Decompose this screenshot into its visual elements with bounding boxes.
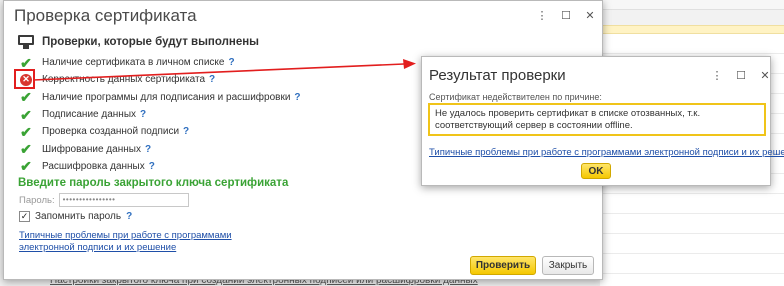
help-icon[interactable]: ? (228, 57, 234, 68)
checks-list: ✔ Наличие сертификата в личном списке ? … (14, 54, 301, 175)
result-window-controls: ⋮ ☐ ✕ (711, 69, 771, 82)
check-item: ✔ Расшифровка данных ? (19, 158, 301, 175)
result-dialog-title: Результат проверки (429, 67, 566, 84)
background-highlight-row (600, 25, 784, 34)
check-item: ✔ Наличие сертификата в личном списке ? (19, 54, 301, 71)
password-label: Пароль: (19, 194, 55, 206)
help-icon[interactable]: ? (183, 126, 189, 137)
password-row: Пароль: •••••••••••••••• (19, 193, 189, 207)
dialog-title: Проверка сертификата (14, 6, 197, 25)
reason-label: Сертификат недействителен по причине: (429, 92, 602, 102)
check-item: ✔ Проверка созданной подписи ? (19, 123, 301, 140)
checks-section-header: Проверки, которые будут выполнены (18, 35, 259, 49)
check-label: Корректность данных сертификата (42, 74, 206, 86)
check-label: Наличие сертификата в личном списке (42, 57, 225, 69)
help-icon[interactable]: ? (209, 74, 215, 85)
checkmark-icon: ✔ (20, 123, 32, 140)
check-label: Шифрование данных (42, 143, 141, 155)
checkmark-icon: ✔ (20, 141, 32, 158)
window-controls: ⋮ ☐ ✕ (536, 9, 596, 22)
remember-password-checkbox[interactable]: ✓ (19, 211, 30, 222)
ok-button[interactable]: OK (581, 163, 611, 179)
typical-problems-link[interactable]: Типичные проблемы при работе с программа… (19, 230, 289, 254)
checkmark-icon: ✔ (20, 89, 32, 106)
more-menu-icon[interactable]: ⋮ (536, 9, 548, 22)
help-icon[interactable]: ? (294, 92, 300, 103)
typical-problems-link[interactable]: Типичные проблемы при работе с программа… (429, 147, 784, 158)
help-icon[interactable]: ? (145, 144, 151, 155)
check-item: ✔ Шифрование данных ? (19, 140, 301, 157)
section-title: Проверки, которые будут выполнены (42, 36, 260, 48)
help-icon[interactable]: ? (140, 109, 146, 120)
check-result-dialog: Результат проверки ⋮ ☐ ✕ Сертификат неде… (421, 56, 784, 186)
check-item: ✔ Наличие программы для подписания и рас… (19, 89, 300, 106)
remember-password-row: ✓ Запомнить пароль ? (19, 211, 132, 222)
reason-text-box[interactable]: Не удалось проверить сертификат в списке… (428, 103, 766, 136)
checkmark-icon: ✔ (20, 158, 32, 175)
password-input[interactable]: •••••••••••••••• (58, 193, 189, 207)
close-icon[interactable]: ✕ (584, 9, 596, 22)
check-item: ✔ Подписание данных ? (19, 106, 301, 123)
checkmark-icon: ✔ (20, 54, 32, 71)
check-button[interactable]: Проверить (470, 256, 536, 275)
check-label: Наличие программы для подписания и расши… (42, 91, 291, 103)
check-label: Проверка созданной подписи (42, 126, 180, 138)
close-icon[interactable]: ✕ (759, 69, 771, 82)
remember-password-label[interactable]: Запомнить пароль (35, 211, 121, 222)
background-toolbar (600, 0, 784, 10)
monitor-icon (18, 35, 34, 49)
checkmark-icon: ✔ (20, 106, 32, 123)
maximize-icon[interactable]: ☐ (560, 9, 572, 22)
check-item: ✕ Корректность данных сертификата ? (14, 69, 301, 90)
more-menu-icon[interactable]: ⋮ (711, 69, 723, 82)
check-label: Расшифровка данных (42, 160, 145, 172)
help-icon[interactable]: ? (126, 211, 132, 222)
help-icon[interactable]: ? (149, 161, 155, 172)
error-highlight-box (14, 69, 35, 90)
check-label: Подписание данных (42, 109, 137, 121)
password-section-title: Введите пароль закрытого ключа сертифика… (18, 177, 289, 189)
close-button[interactable]: Закрыть (542, 256, 594, 275)
maximize-icon[interactable]: ☐ (735, 69, 747, 82)
